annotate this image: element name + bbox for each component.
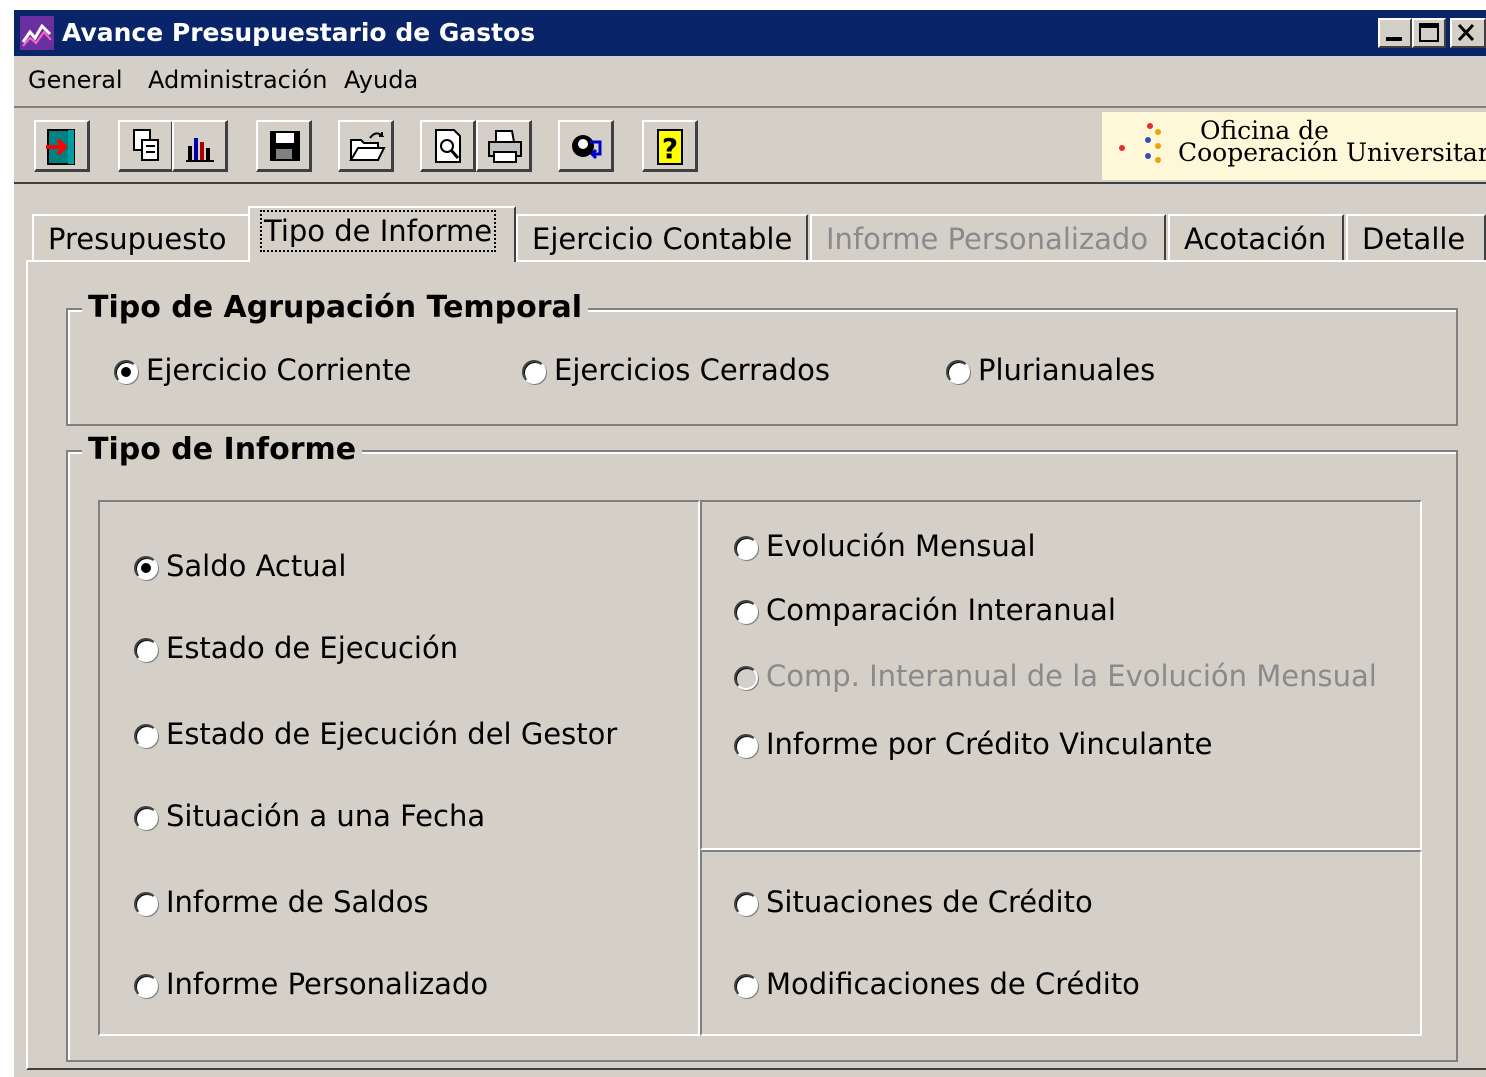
radio-unchecked-icon — [734, 974, 758, 998]
radio-unchecked-icon — [734, 666, 758, 690]
radio-unchecked-icon — [734, 892, 758, 916]
radio-unchecked-icon — [134, 806, 158, 830]
tab-ejercicio-contable[interactable]: Ejercicio Contable — [516, 214, 808, 260]
radio-modificaciones-credito[interactable]: Modificaciones de Crédito — [734, 964, 1140, 1004]
toolbar: ? Oficina de Cooperación Universitaria — [14, 106, 1486, 184]
menu-ayuda[interactable]: Ayuda — [344, 66, 418, 94]
tab-strip: Presupuesto Tipo de Informe Ejercicio Co… — [14, 206, 1486, 262]
logo-dots-icon — [1119, 123, 1161, 163]
chart-line-icon — [20, 16, 54, 50]
save-button[interactable] — [256, 120, 312, 172]
radio-estado-ejecucion-gestor[interactable]: Estado de Ejecución del Gestor — [134, 714, 617, 754]
user-query-icon — [572, 135, 602, 160]
radio-comp-interanual-evolucion: Comp. Interanual de la Evolución Mensual — [734, 656, 1377, 696]
group-tipo-de-informe: Tipo de Informe Saldo Actual Estado de E… — [66, 432, 1458, 1062]
radio-evolucion-mensual[interactable]: Evolución Mensual — [734, 526, 1036, 566]
user-query-button[interactable] — [558, 120, 614, 172]
radio-plurianuales[interactable]: Plurianuales — [946, 350, 1155, 390]
minimize-icon — [1386, 37, 1402, 41]
main-window: Avance Presupuestario de Gastos General … — [12, 8, 1486, 1077]
help-glyph: ? — [662, 132, 678, 165]
chart-button[interactable] — [172, 120, 228, 172]
exit-button[interactable] — [34, 120, 90, 172]
radio-unchecked-icon — [734, 600, 758, 624]
exit-icon — [46, 129, 75, 165]
menu-bar: General Administración Ayuda — [14, 56, 1486, 104]
radio-unchecked-icon — [134, 638, 158, 662]
maximize-icon — [1419, 23, 1439, 42]
logo-line2: Cooperación Universitaria — [1178, 138, 1486, 167]
left-options-box: Saldo Actual Estado de Ejecución Estado … — [98, 500, 700, 1036]
radio-unchecked-icon — [134, 974, 158, 998]
radio-ejercicio-corriente[interactable]: Ejercicio Corriente — [114, 350, 411, 390]
close-button[interactable] — [1450, 18, 1486, 48]
radio-situacion-fecha[interactable]: Situación a una Fecha — [134, 796, 485, 836]
copy-icon — [133, 129, 159, 161]
tab-informe-personalizado: Informe Personalizado — [810, 214, 1166, 260]
radio-checked-icon — [114, 360, 138, 384]
logo-oficina: Oficina de Cooperación Universitaria — [1102, 112, 1486, 180]
print-preview-icon — [435, 129, 461, 163]
help-icon: ? — [657, 129, 683, 165]
radio-unchecked-icon — [734, 536, 758, 560]
radio-ejercicios-cerrados[interactable]: Ejercicios Cerrados — [522, 350, 830, 390]
radio-comparacion-interanual[interactable]: Comparación Interanual — [734, 590, 1116, 630]
radio-unchecked-icon — [134, 724, 158, 748]
tab-acotacion[interactable]: Acotación — [1168, 214, 1344, 260]
copy-button[interactable] — [118, 120, 174, 172]
open-folder-icon — [349, 132, 386, 161]
radio-informe-personalizado[interactable]: Informe Personalizado — [134, 964, 488, 1004]
group-title-informe: Tipo de Informe — [82, 432, 363, 467]
maximize-button[interactable] — [1412, 18, 1446, 48]
group-title-agrupacion: Tipo de Agrupación Temporal — [82, 290, 589, 325]
tab-detalle[interactable]: Detalle — [1346, 214, 1486, 260]
bar-chart-icon — [186, 138, 214, 162]
save-icon — [270, 131, 300, 161]
group-agrupacion-temporal: Tipo de Agrupación Temporal Ejercicio Co… — [66, 290, 1458, 426]
print-preview-button[interactable] — [420, 120, 476, 172]
title-bar[interactable]: Avance Presupuestario de Gastos — [14, 10, 1486, 56]
window-title: Avance Presupuestario de Gastos — [62, 18, 536, 47]
tab-tipo-de-informe[interactable]: Tipo de Informe — [248, 206, 516, 262]
radio-unchecked-icon — [522, 360, 546, 384]
radio-situaciones-credito[interactable]: Situaciones de Crédito — [734, 882, 1093, 922]
radio-credito-vinculante[interactable]: Informe por Crédito Vinculante — [734, 724, 1212, 764]
help-button[interactable]: ? — [642, 120, 698, 172]
right-bottom-options-box: Situaciones de Crédito Modificaciones de… — [700, 850, 1422, 1036]
radio-saldo-actual[interactable]: Saldo Actual — [134, 546, 346, 586]
tab-presupuesto[interactable]: Presupuesto — [32, 214, 250, 260]
right-top-options-box: Evolución Mensual Comparación Interanual… — [700, 500, 1422, 850]
radio-unchecked-icon — [946, 360, 970, 384]
radio-checked-icon — [134, 556, 158, 580]
menu-administracion[interactable]: Administración — [148, 66, 327, 94]
close-icon — [1457, 23, 1475, 42]
radio-estado-ejecucion[interactable]: Estado de Ejecución — [134, 628, 458, 668]
logo-text: Oficina de Cooperación Universitaria — [1178, 118, 1486, 167]
radio-informe-saldos[interactable]: Informe de Saldos — [134, 882, 429, 922]
radio-unchecked-icon — [134, 892, 158, 916]
open-button[interactable] — [338, 120, 394, 172]
print-button[interactable] — [476, 120, 532, 172]
minimize-button[interactable] — [1378, 18, 1412, 48]
radio-unchecked-icon — [734, 734, 758, 758]
printer-icon — [488, 130, 522, 163]
tab-panel: Tipo de Agrupación Temporal Ejercicio Co… — [26, 260, 1486, 1070]
menu-general[interactable]: General — [28, 66, 123, 94]
